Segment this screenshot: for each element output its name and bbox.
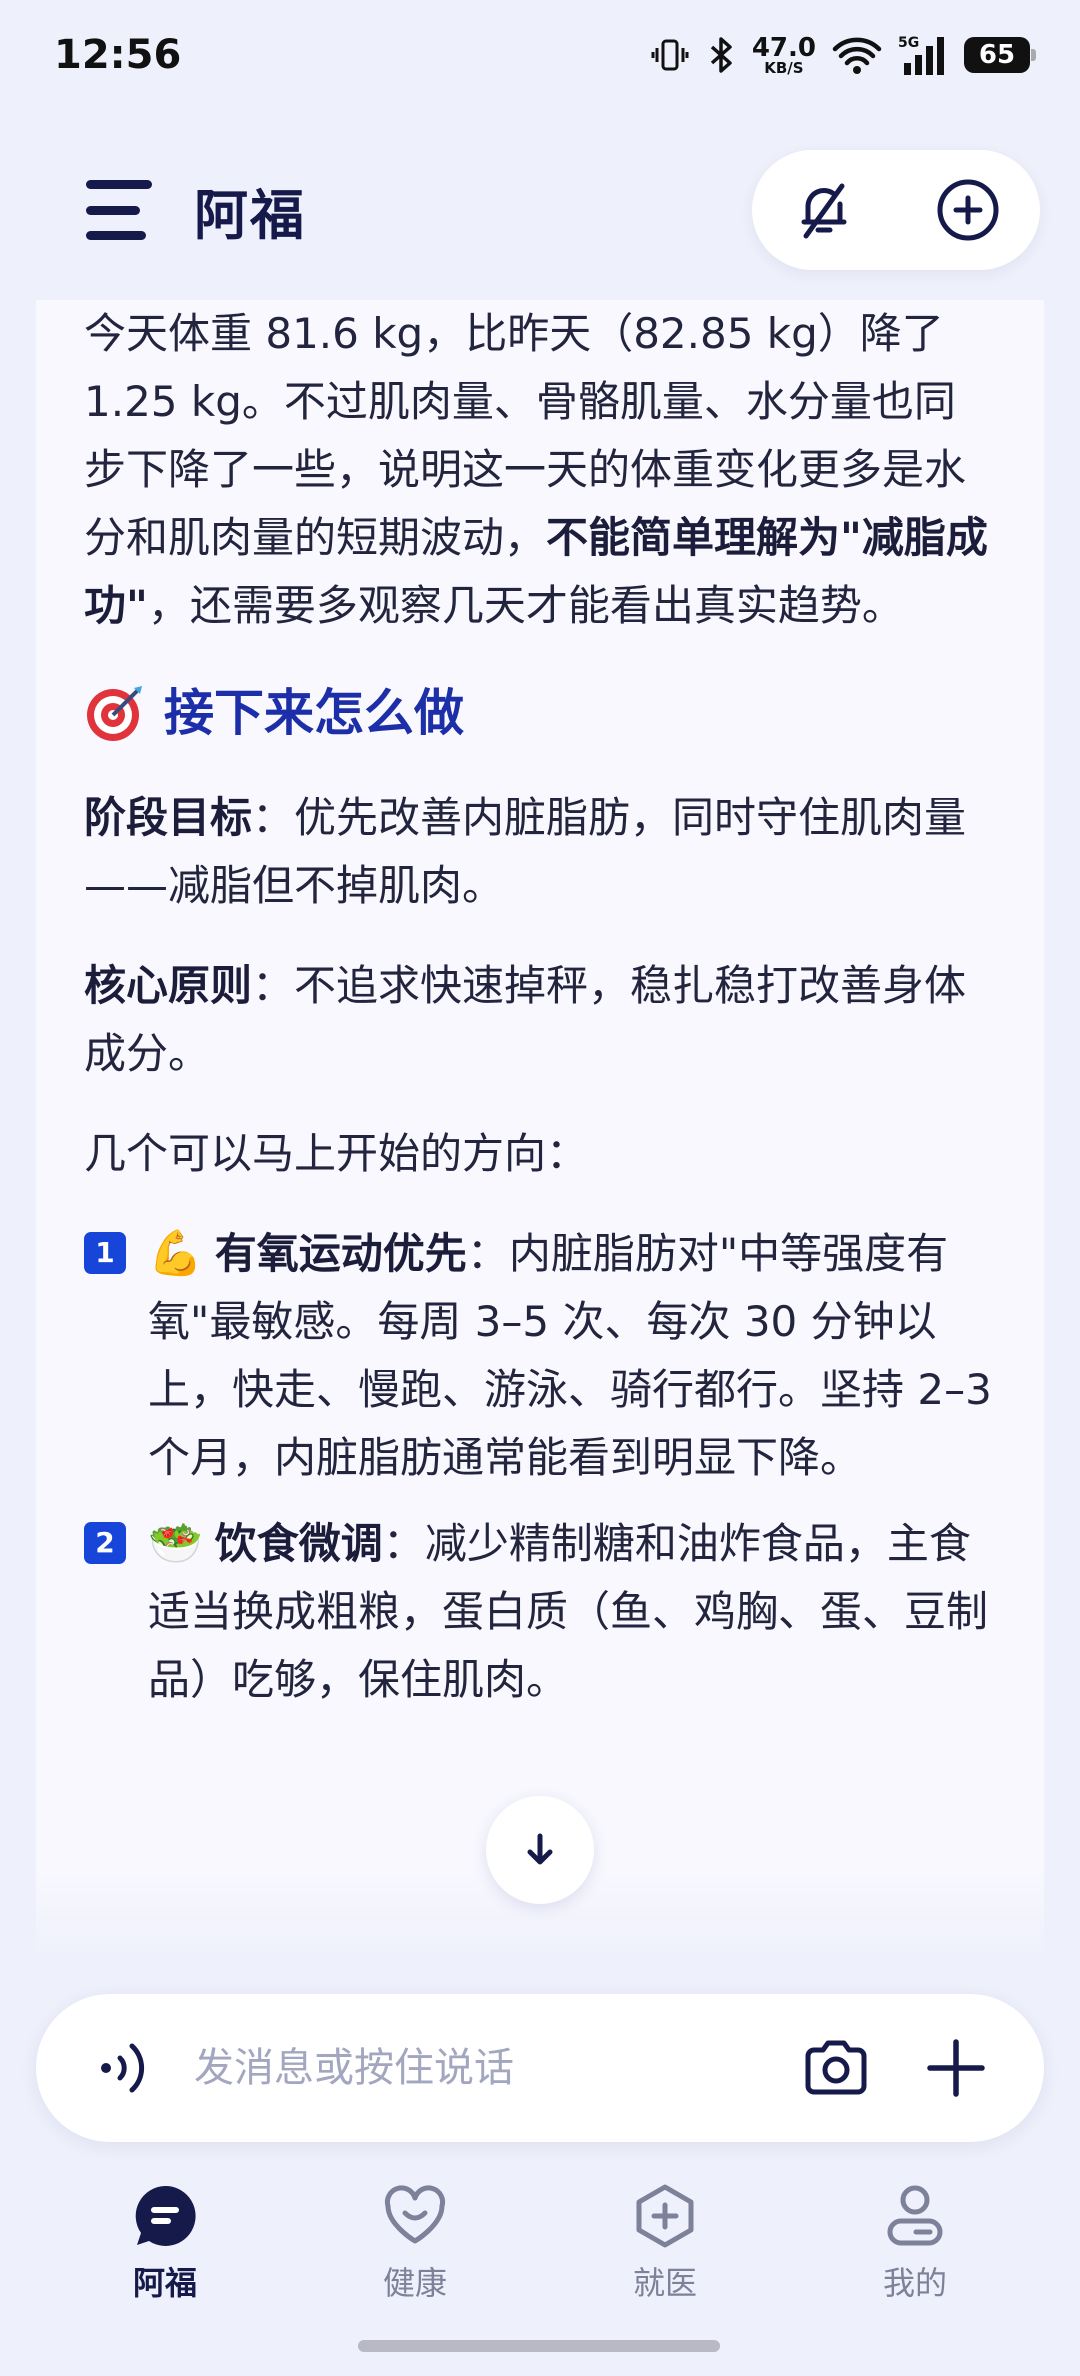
camera-button[interactable] (796, 2028, 876, 2108)
number-badge: 1 (84, 1232, 126, 1274)
status-bar: 12:56 47.0 KB/S 5G 65 (0, 0, 1080, 110)
nav-label: 阿福 (132, 2264, 197, 2302)
app-header: 阿福 (0, 140, 1080, 280)
heart-icon (379, 2180, 451, 2252)
app-title: 阿福 (194, 183, 306, 247)
plus-icon (927, 2039, 985, 2097)
camera-icon (805, 2040, 867, 2095)
user-icon (879, 2180, 951, 2252)
vibrate-icon (650, 35, 690, 75)
directions-intro: 几个可以马上开始的方向： (84, 1129, 589, 1178)
chat-bubble-icon (129, 2180, 201, 2252)
stage-goal: 阶段目标：优先改善内脏脂肪，同时守住肌肉量——减脂但不掉肌肉。 (84, 784, 996, 920)
list-item-label: 饮食微调 (214, 1519, 383, 1568)
plus-circle-icon (937, 179, 999, 241)
stage-goal-label: 阶段目标 (84, 793, 253, 842)
nav-item-afu[interactable]: 阿福 (65, 2180, 265, 2320)
flexed-biceps-icon: 💪 (148, 1228, 203, 1279)
status-time: 12:56 (54, 32, 182, 78)
bell-off-icon (801, 183, 847, 239)
list-item: 1 💪 有氧运动优先：内脏脂肪对"中等强度有氧"最敏感。每周 3–5 次、每次 3… (84, 1220, 996, 1492)
chat-message-card[interactable]: 今天体重 81.6 kg，比昨天（82.85 kg）降了 1.25 kg。不过肌… (36, 300, 1044, 1960)
nav-label: 就医 (632, 2264, 697, 2302)
net-speed: 47.0 KB/S (752, 35, 816, 76)
salad-icon: 🥗 (148, 1518, 203, 1569)
arrow-down-icon (527, 1833, 553, 1865)
add-attachment-button[interactable] (916, 2028, 996, 2108)
home-indicator[interactable] (358, 2340, 720, 2352)
list-item-body: 💪 有氧运动优先：内脏脂肪对"中等强度有氧"最敏感。每周 3–5 次、每次 30 … (148, 1220, 996, 1492)
section-heading: 接下来怎么做 (84, 678, 996, 748)
section-title: 接下来怎么做 (164, 684, 464, 742)
message-input[interactable] (194, 2045, 756, 2091)
status-icons: 47.0 KB/S 5G 65 (650, 33, 1036, 77)
wifi-icon (832, 35, 882, 75)
nav-item-medical[interactable]: 就医 (565, 2180, 765, 2320)
target-icon (87, 686, 142, 741)
nav-label: 我的 (882, 2264, 947, 2302)
voice-input-button[interactable] (88, 2030, 164, 2106)
intro-paragraph: 今天体重 81.6 kg，比昨天（82.85 kg）降了 1.25 kg。不过肌… (84, 300, 996, 640)
list-item-label: 有氧运动优先 (214, 1229, 467, 1278)
battery-indicator: 65 (964, 37, 1036, 73)
core-principle: 核心原则：不追求快速掉秤，稳扎稳打改善身体成分。 (84, 952, 996, 1088)
number-badge: 2 (84, 1522, 126, 1564)
scroll-to-bottom-button[interactable] (486, 1796, 594, 1904)
net-speed-value: 47.0 (751, 32, 816, 63)
voice-icon (101, 2043, 145, 2093)
medical-cross-icon (629, 2180, 701, 2252)
message-input-bar (36, 1994, 1044, 2142)
intro-text-end: ，还需要多观察几天才能看出真实趋势。 (147, 581, 904, 630)
assistant-message: 今天体重 81.6 kg，比昨天（82.85 kg）降了 1.25 kg。不过肌… (36, 300, 1044, 1714)
bluetooth-icon (706, 35, 736, 75)
new-chat-button[interactable] (933, 175, 1003, 245)
bottom-nav: 阿福 健康 就医 我的 (0, 2180, 1080, 2320)
network-type-label: 5G (898, 35, 919, 51)
net-speed-unit: KB/S (764, 58, 804, 77)
nav-item-health[interactable]: 健康 (315, 2180, 515, 2320)
mute-notification-button[interactable] (789, 175, 859, 245)
core-principle-label: 核心原则 (84, 961, 253, 1010)
header-actions (752, 150, 1040, 270)
list-item: 2 🥗 饮食微调：减少精制糖和油炸食品，主食适当换成粗粮，蛋白质（鱼、鸡胸、蛋、豆… (84, 1510, 996, 1714)
nav-item-profile[interactable]: 我的 (815, 2180, 1015, 2320)
list-item-body: 🥗 饮食微调：减少精制糖和油炸食品，主食适当换成粗粮，蛋白质（鱼、鸡胸、蛋、豆制品… (148, 1510, 996, 1714)
nav-label: 健康 (382, 2264, 447, 2302)
cellular-signal-icon: 5G (898, 33, 948, 77)
menu-icon[interactable] (86, 180, 152, 240)
